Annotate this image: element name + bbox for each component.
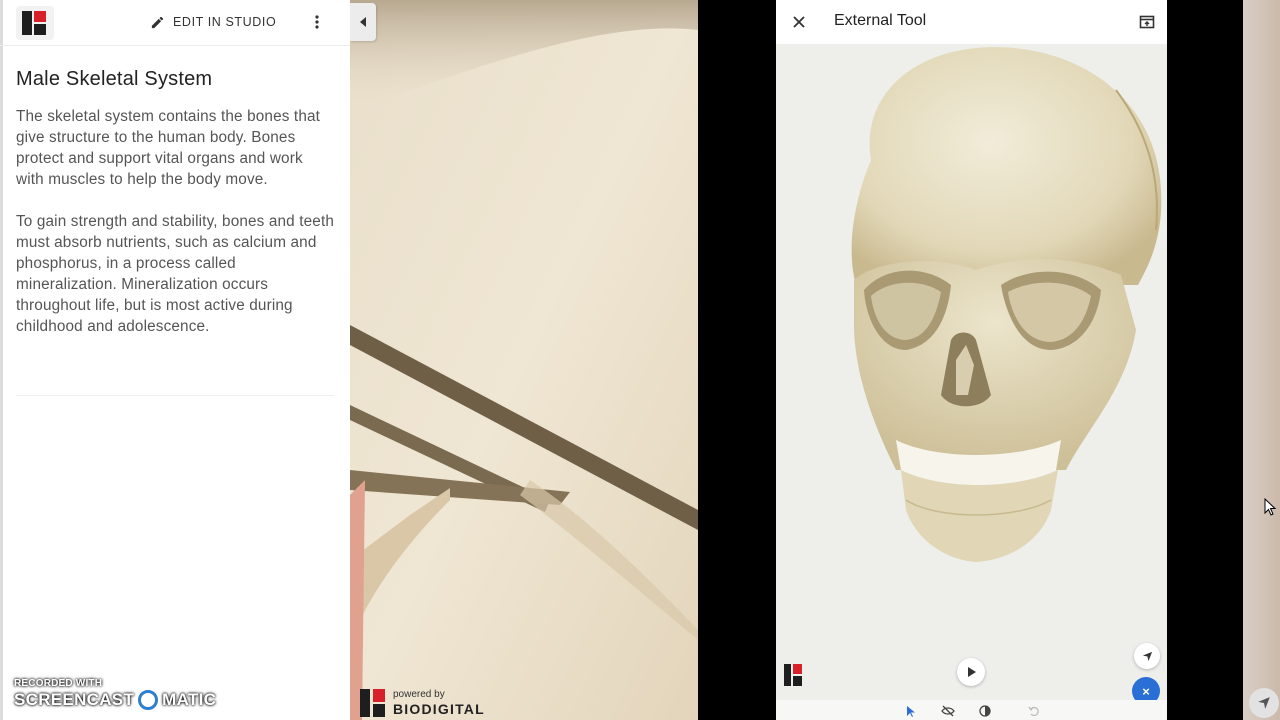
close-button[interactable]: [791, 12, 807, 32]
edit-in-studio-label: EDIT IN STUDIO: [173, 15, 277, 29]
watermark-screencast: SCREENCAST: [14, 690, 135, 709]
background-window-edge: [1243, 0, 1280, 720]
opacity-icon[interactable]: [978, 704, 992, 718]
chevron-left-icon: [360, 17, 366, 27]
watermark-line1: RECORDED WITH: [14, 678, 103, 689]
biodigital-small-logo[interactable]: [784, 664, 804, 686]
watermark-matic: MATIC: [162, 690, 217, 709]
description-content: Male Skeletal System The skeletal system…: [16, 68, 334, 358]
undo-icon[interactable]: [1027, 704, 1041, 718]
biodigital-brand-label: BIODIGITAL: [393, 701, 485, 717]
description-paragraph: To gain strength and stability, bones an…: [16, 213, 335, 335]
play-button[interactable]: [957, 658, 985, 686]
biodigital-mark-icon: [360, 689, 386, 717]
select-cursor-icon[interactable]: [903, 704, 917, 718]
hide-icon[interactable]: [941, 704, 955, 718]
kebab-menu-icon: [315, 15, 319, 29]
navigation-arrow-icon: [1258, 697, 1270, 709]
powered-by-biodigital[interactable]: powered by BIODIGITAL: [360, 689, 485, 717]
navigate-button[interactable]: [1134, 643, 1160, 669]
more-options-button[interactable]: [308, 12, 326, 32]
biodigital-logo[interactable]: [16, 6, 54, 40]
pencil-icon: [151, 16, 164, 28]
collapse-panel-button[interactable]: [350, 3, 376, 41]
play-icon: [967, 667, 976, 677]
open-external-button[interactable]: [1139, 14, 1155, 30]
external-tool-title: External Tool: [834, 12, 927, 29]
anatomy-render: [350, 0, 698, 720]
viewer-toolbar: [776, 700, 1167, 720]
skull-model[interactable]: [776, 0, 1167, 720]
panel-edge: [0, 0, 3, 720]
navigate-corner-button[interactable]: [1249, 688, 1279, 718]
description-paragraph: The skeletal system contains the bones t…: [16, 108, 321, 188]
external-tool-panel: [776, 0, 1167, 720]
content-divider: [16, 395, 334, 396]
panel-topbar: EDIT IN STUDIO: [0, 0, 350, 46]
close-icon: [793, 16, 805, 28]
navigation-arrow-icon: [1142, 651, 1152, 661]
anatomy-viewer-3d[interactable]: [350, 0, 698, 720]
screencast-watermark: RECORDED WITH SCREENCAST MATIC: [14, 678, 216, 710]
powered-by-label: powered by: [393, 689, 445, 700]
content-panel: EDIT IN STUDIO Male Skeletal System The …: [0, 0, 350, 720]
page-title: Male Skeletal System: [16, 68, 213, 90]
edit-in-studio-button[interactable]: EDIT IN STUDIO: [150, 12, 276, 32]
open-in-new-icon: [1139, 15, 1155, 29]
screencast-ring-icon: [138, 690, 159, 710]
mouse-cursor-icon: [1264, 498, 1276, 516]
